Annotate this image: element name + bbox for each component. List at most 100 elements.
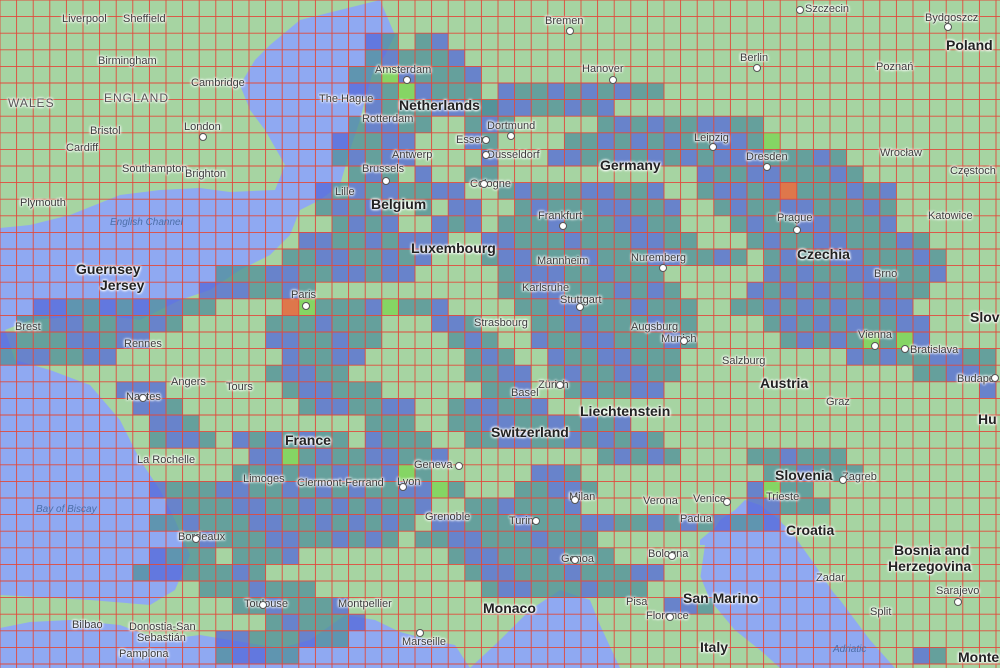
city-marker[interactable]: [455, 462, 463, 470]
map-label-sarajevo: Sarajevo: [936, 585, 980, 597]
city-marker[interactable]: [954, 598, 962, 606]
city-marker[interactable]: [944, 23, 952, 31]
city-marker[interactable]: [403, 76, 411, 84]
city-marker[interactable]: [382, 177, 390, 185]
city-marker[interactable]: [302, 302, 310, 310]
heat-cell: [614, 365, 631, 382]
city-marker[interactable]: [901, 345, 909, 353]
city-marker[interactable]: [482, 151, 490, 159]
city-marker[interactable]: [566, 27, 574, 35]
heat-cell: [830, 199, 847, 216]
heat-cell: [215, 647, 233, 664]
city-marker[interactable]: [793, 226, 801, 234]
heat-cell: [265, 448, 283, 465]
city-marker[interactable]: [763, 163, 771, 171]
heat-cell: [315, 182, 332, 200]
heat-cell: [464, 564, 482, 581]
heat-cell: [315, 298, 332, 316]
heat-cell: [332, 514, 349, 532]
heat-cell: [282, 249, 299, 266]
heat-cell: [581, 564, 598, 581]
city-marker[interactable]: [556, 381, 564, 389]
heat-cell: [630, 298, 648, 316]
city-marker[interactable]: [571, 556, 579, 564]
heat-cell: [664, 199, 681, 216]
city-marker[interactable]: [571, 496, 579, 504]
heat-cell: [830, 149, 847, 166]
heat-cell: [381, 215, 399, 233]
heat-cell: [747, 232, 764, 249]
heat-cell: [282, 298, 299, 316]
city-marker[interactable]: [723, 498, 731, 506]
heat-cell: [182, 564, 200, 581]
city-marker[interactable]: [871, 342, 879, 350]
heat-cell: [431, 531, 449, 548]
heat-cell: [298, 249, 316, 266]
heat-cell: [66, 315, 83, 332]
city-marker[interactable]: [192, 535, 200, 543]
city-marker[interactable]: [796, 6, 804, 14]
city-marker[interactable]: [659, 264, 667, 272]
heat-cell: [863, 249, 880, 266]
map-label-brussels: Brussels: [362, 163, 405, 175]
city-marker[interactable]: [991, 374, 999, 382]
map-label-turin: Turin: [509, 515, 534, 527]
heat-cell: [763, 514, 781, 532]
city-marker[interactable]: [709, 143, 717, 151]
heat-cell: [215, 581, 233, 598]
city-marker[interactable]: [839, 476, 847, 484]
heat-cell: [332, 132, 349, 150]
map-label-bosnia: Bosnia and: [894, 542, 970, 558]
heat-cell: [796, 448, 814, 465]
heat-cell: [381, 498, 399, 515]
heat-cell: [564, 348, 581, 366]
map-label-verona: Verona: [643, 495, 678, 507]
heatmap-map[interactable]: Liverpool Sheffield Bremen Szczecin Bydgoszc…: [0, 0, 1000, 668]
map-label-adriatic: Adriatic: [833, 644, 867, 655]
heat-cell: [282, 531, 299, 548]
city-marker[interactable]: [753, 64, 761, 72]
heat-cell: [149, 315, 166, 332]
city-marker[interactable]: [532, 517, 540, 525]
city-marker[interactable]: [668, 552, 676, 560]
heat-cell: [199, 514, 216, 532]
heat-cell: [232, 514, 249, 532]
map-label-tours: Tours: [226, 381, 253, 393]
city-marker[interactable]: [480, 180, 488, 188]
heat-cell: [464, 348, 482, 366]
heat-cell: [796, 332, 814, 349]
heat-cell: [581, 83, 598, 100]
heat-cell: [713, 249, 731, 266]
map-label-germany: Germany: [600, 157, 661, 173]
city-marker[interactable]: [259, 601, 267, 609]
heat-cell: [265, 365, 283, 382]
city-marker[interactable]: [609, 76, 617, 84]
map-label-karlsruhe: Karlsruhe: [522, 282, 570, 294]
heat-cell: [99, 298, 117, 316]
heat-cell: [747, 448, 764, 465]
city-marker[interactable]: [576, 303, 584, 311]
city-marker[interactable]: [680, 337, 688, 345]
heat-cell: [215, 564, 233, 581]
map-label-clermont: Clermont-Ferrand: [297, 477, 384, 489]
heat-cell: [796, 265, 814, 283]
heat-cell: [879, 249, 897, 266]
city-marker[interactable]: [507, 132, 515, 140]
heat-cell: [581, 182, 598, 200]
heat-cell: [464, 365, 482, 382]
city-marker[interactable]: [666, 613, 674, 621]
city-marker[interactable]: [416, 629, 424, 637]
map-label-bydgoszcz: Bydgoszcz: [925, 12, 979, 24]
heat-cell: [348, 199, 366, 216]
heat-cell: [398, 431, 415, 449]
heat-cell: [265, 431, 283, 449]
city-marker[interactable]: [199, 133, 207, 141]
heat-cell: [348, 215, 366, 233]
city-marker[interactable]: [399, 483, 407, 491]
heat-cell: [747, 199, 764, 216]
city-marker[interactable]: [482, 136, 490, 144]
heat-cell: [647, 215, 664, 233]
city-marker[interactable]: [139, 394, 147, 402]
city-marker[interactable]: [559, 222, 567, 230]
heat-cell: [896, 232, 913, 249]
